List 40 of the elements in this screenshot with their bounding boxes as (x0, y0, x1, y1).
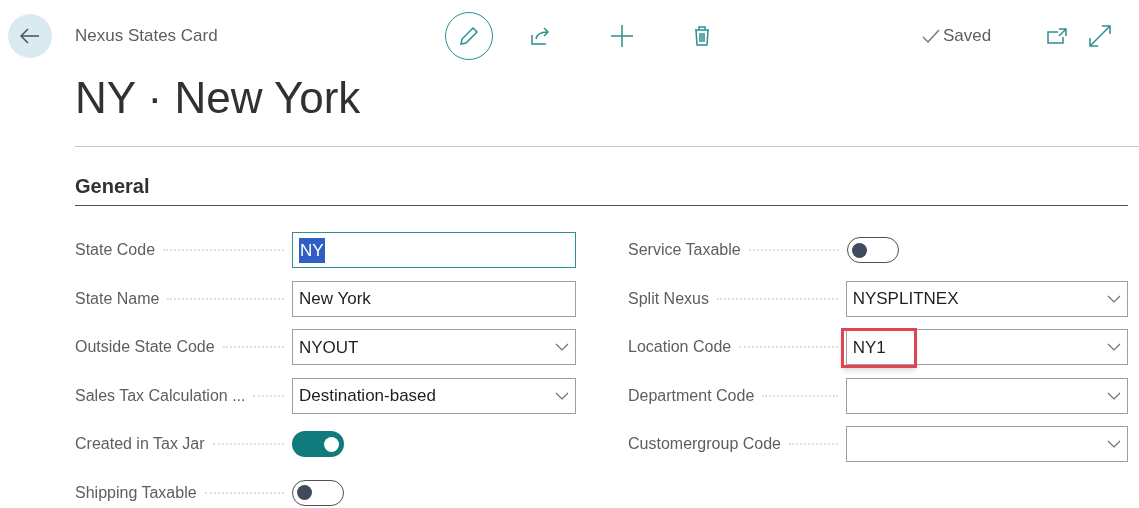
field-label: State Name (75, 288, 160, 309)
field-label: Created in Tax Jar (75, 434, 205, 455)
field-label: Customergroup Code (628, 434, 781, 455)
chevron-down-icon (555, 391, 569, 400)
dropdown-field[interactable]: NYSPLITNEX (845, 280, 1128, 317)
back-arrow-icon (20, 28, 40, 44)
dropdown-field[interactable]: Destination-based (292, 377, 576, 414)
page-breadcrumb: Nexus States Card (75, 25, 219, 48)
field-label: Shipping Taxable (75, 482, 197, 503)
field-label: State Code (75, 240, 156, 261)
input-field[interactable]: NY (292, 232, 576, 269)
toggle-switch[interactable] (292, 479, 344, 506)
field-label: Outside State Code (75, 337, 215, 358)
expand-icon (1089, 25, 1111, 47)
dropdown-field[interactable] (845, 377, 1128, 414)
dropdown-field[interactable]: NYOUT (292, 329, 576, 366)
section-title: General (75, 175, 150, 197)
share-icon (531, 27, 551, 45)
chevron-down-icon (555, 343, 569, 352)
trash-icon (694, 26, 710, 46)
plus-icon (611, 25, 633, 47)
checkmark-icon (922, 29, 940, 43)
back-button[interactable] (8, 14, 52, 58)
field-label: Department Code (628, 385, 755, 406)
chevron-down-icon (1107, 440, 1121, 449)
page-title: NY · New York (75, 72, 362, 124)
input-field[interactable]: New York (292, 280, 576, 317)
toggle-switch[interactable] (292, 431, 344, 458)
field-label: Sales Tax Calculation ... (75, 385, 246, 406)
open-in-new-window-icon (1047, 28, 1067, 44)
pencil-icon (459, 26, 479, 46)
chevron-down-icon (1107, 391, 1121, 400)
field-label: Service Taxable (628, 240, 741, 261)
field-label: Location Code (628, 337, 732, 358)
chevron-down-icon (1107, 343, 1121, 352)
chevron-down-icon (1107, 294, 1121, 303)
dropdown-field[interactable] (845, 426, 1128, 463)
field-label: Split Nexus (628, 288, 709, 309)
save-status: Saved (943, 25, 992, 48)
toggle-switch[interactable] (847, 237, 899, 264)
